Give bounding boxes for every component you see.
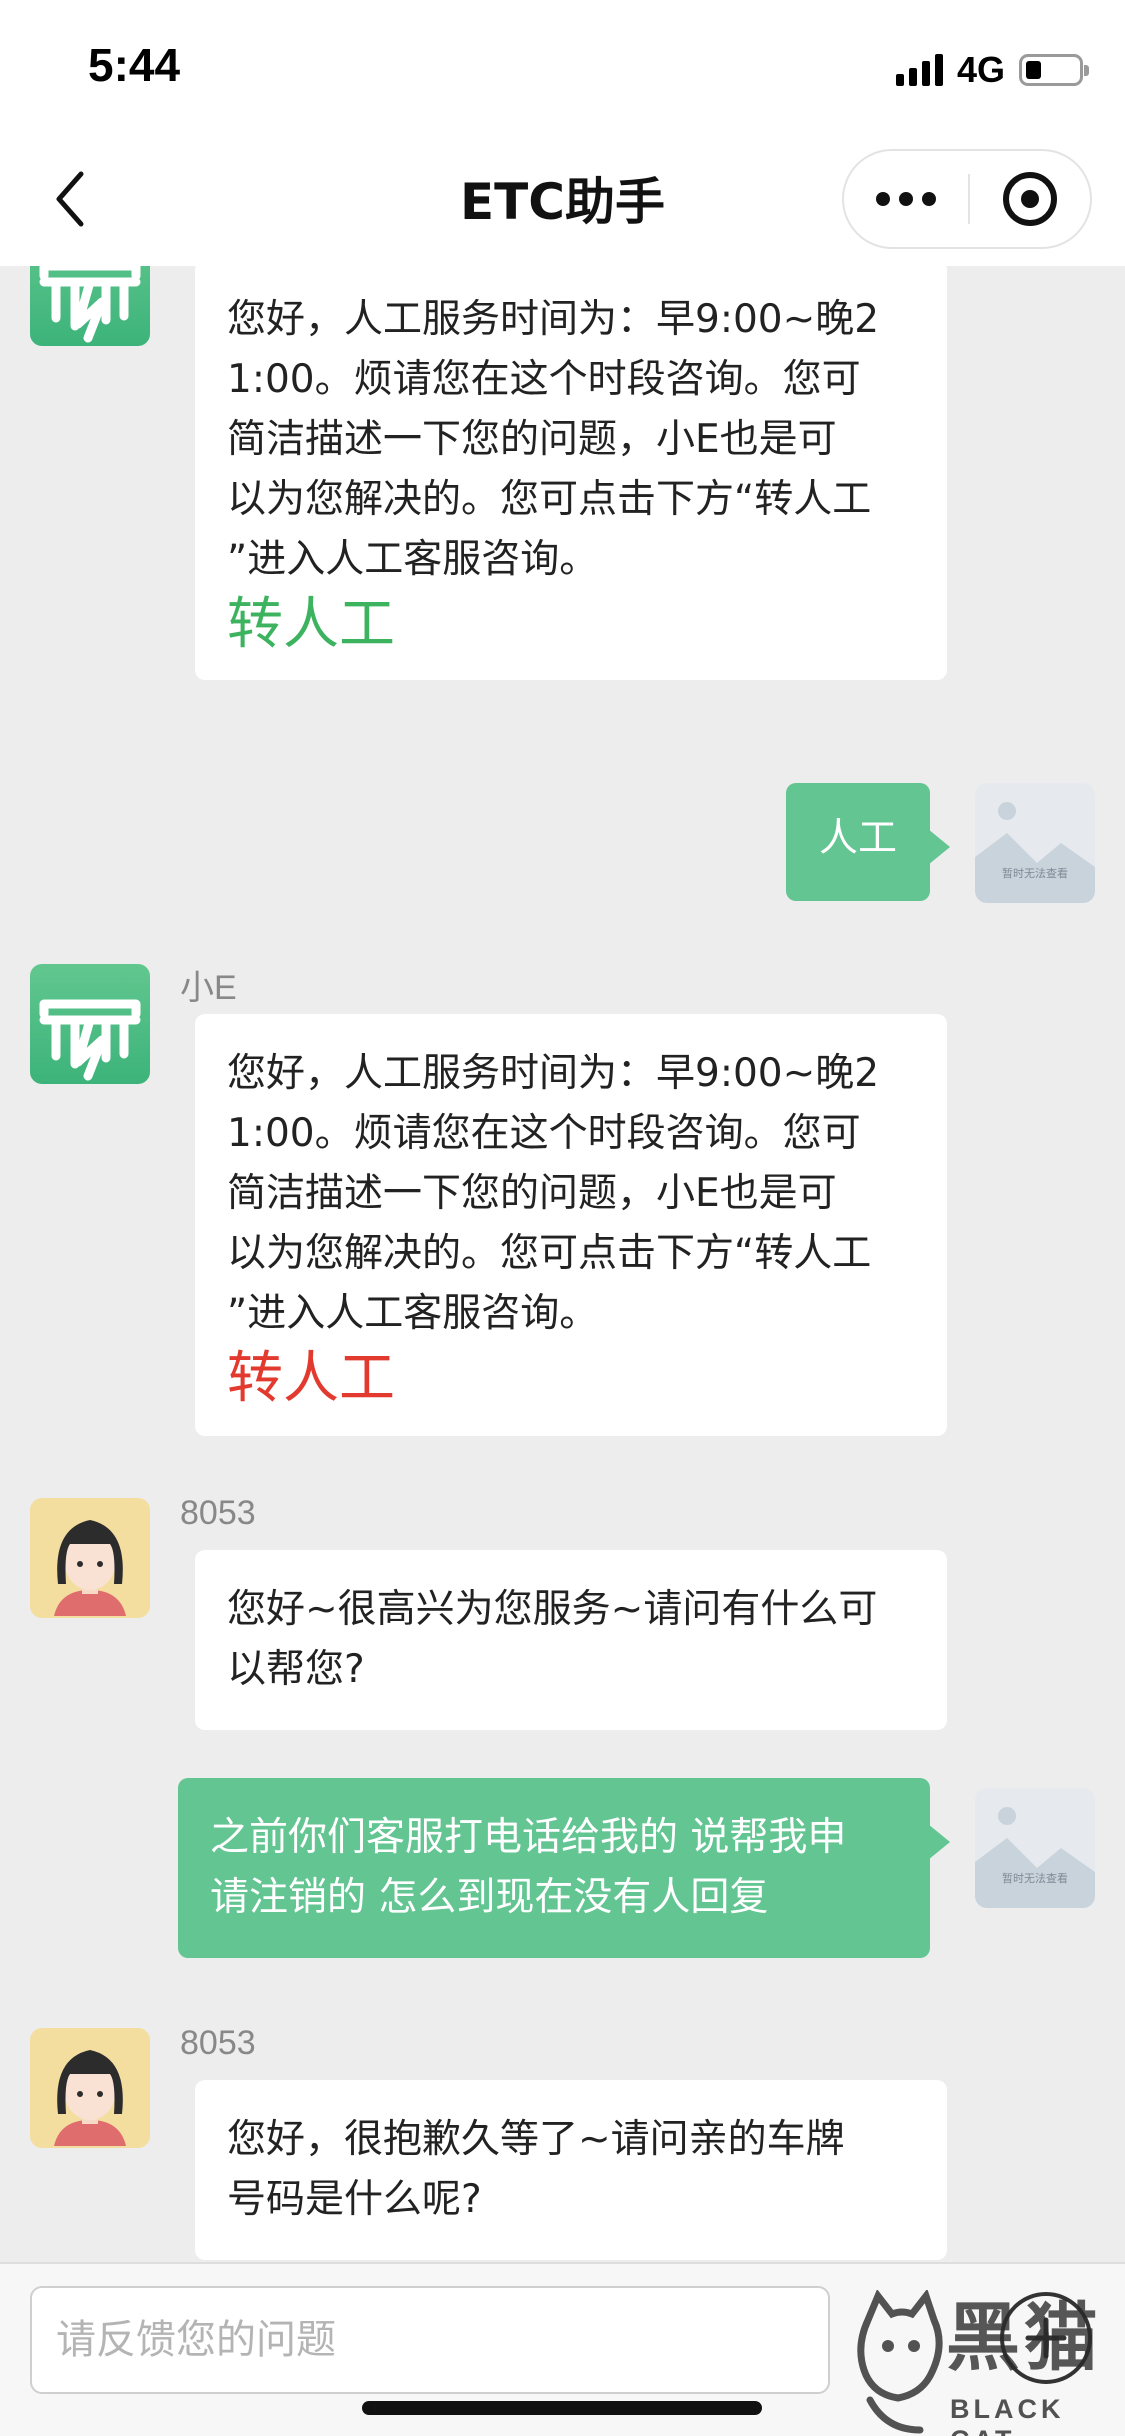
message-text: 1:00。烦请您在这个时段咨询。您可	[227, 1111, 861, 1156]
chat-message: 小E 您好，人工服务时间为：早9:00~晚2 1:00。烦请您在这个时段咨询。您…	[0, 266, 1125, 746]
status-indicators: 4G	[895, 49, 1089, 90]
chat-area[interactable]: 小E 您好，人工服务时间为：早9:00~晚2 1:00。烦请您在这个时段咨询。您…	[0, 266, 1125, 2262]
battery-level	[1026, 61, 1041, 79]
sender-name: 8053	[180, 2024, 256, 2062]
image-caption: 暂时无法查看	[1002, 1871, 1068, 1885]
watermark-subtitle: BLACK CAT	[950, 2394, 1065, 2436]
network-label: 4G	[956, 49, 1005, 90]
watermark: 黑猫 BLACK CAT	[850, 2290, 1120, 2436]
target-close-icon	[1003, 172, 1057, 226]
message-bubble: 人工	[786, 783, 950, 901]
nav-bar: ETC助手	[0, 132, 1125, 266]
watermark-title: 黑猫	[946, 2295, 1102, 2381]
message-text: ”进入人工客服咨询。	[227, 1291, 599, 1336]
chat-message: 小E 您好，人工服务时间为：早9:00~晚2 1:00。烦请您在这个时段咨询。您…	[0, 964, 1125, 1436]
agent-girl-avatar	[30, 2028, 150, 2148]
message-bubble: 您好~很高兴为您服务~请问有什么可 以帮您?	[195, 1550, 947, 1730]
chat-message: 8053 您好~很高兴为您服务~请问有什么可 以帮您?	[0, 1494, 1125, 1730]
image-caption: 暂时无法查看	[1002, 866, 1068, 880]
message-text: 您好，很抱歉久等了~请问亲的车牌	[227, 2117, 845, 2162]
message-text: 您好，人工服务时间为：早9:00~晚2	[227, 1051, 880, 1096]
etc-logo-avatar	[30, 266, 150, 346]
message-text: 以帮您?	[227, 1647, 365, 1692]
feedback-input[interactable]	[30, 2286, 830, 2394]
message-bubble: 之前你们客服打电话给我的 说帮我申 请注销的 怎么到现在没有人回复	[178, 1778, 950, 1958]
image-unavailable-avatar: 暂时无法查看	[975, 783, 1095, 903]
chat-message: 暂时无法查看 之前你们客服打电话给我的 说帮我申 请注销的 怎么到现在没有人回复	[0, 1778, 1125, 1978]
more-button[interactable]	[844, 151, 968, 247]
message-text: 您好，人工服务时间为：早9:00~晚2	[227, 297, 880, 342]
message-bubble: 您好，很抱歉久等了~请问亲的车牌 号码是什么呢?	[195, 2080, 947, 2260]
message-text: 号码是什么呢?	[227, 2177, 482, 2222]
agent-girl-avatar	[30, 1498, 150, 1618]
etc-logo-avatar	[30, 964, 150, 1084]
message-text: ”进入人工客服咨询。	[227, 537, 599, 582]
chat-message: 暂时无法查看 人工	[0, 783, 1125, 913]
sender-name: 8053	[180, 1494, 256, 1532]
status-time: 5:44	[88, 39, 181, 91]
message-text: 之前你们客服打电话给我的 说帮我申	[210, 1815, 847, 1860]
more-dots-icon	[876, 192, 890, 206]
message-text: 以为您解决的。您可点击下方“转人工	[227, 477, 872, 522]
home-indicator[interactable]	[362, 2401, 762, 2415]
message-text: 您好~很高兴为您服务~请问有什么可	[227, 1587, 878, 1632]
message-bubble: 您好，人工服务时间为：早9:00~晚2 1:00。烦请您在这个时段咨询。您可 简…	[195, 1014, 947, 1436]
sender-name: 小E	[180, 969, 237, 1007]
signal-icon	[895, 54, 943, 86]
message-text: 简洁描述一下您的问题，小E也是可	[227, 417, 837, 462]
message-text: 以为您解决的。您可点击下方“转人工	[227, 1231, 872, 1276]
message-bubble: 您好，人工服务时间为：早9:00~晚2 1:00。烦请您在这个时段咨询。您可 简…	[195, 266, 947, 680]
message-text: 人工	[818, 816, 897, 861]
mini-program-capsule	[842, 149, 1092, 249]
transfer-to-human-link[interactable]: 转人工	[227, 1346, 915, 1412]
message-text: 请注销的 怎么到现在没有人回复	[210, 1875, 769, 1920]
message-text: 1:00。烦请您在这个时段咨询。您可	[227, 357, 861, 402]
close-button[interactable]	[970, 151, 1090, 247]
status-bar: 5:44 4G	[0, 0, 1125, 132]
transfer-to-human-link[interactable]: 转人工	[227, 592, 915, 658]
chat-message: 8053 您好，很抱歉久等了~请问亲的车牌 号码是什么呢?	[0, 2024, 1125, 2262]
image-unavailable-avatar: 暂时无法查看	[975, 1788, 1095, 1908]
message-text: 简洁描述一下您的问题，小E也是可	[227, 1171, 837, 1216]
battery-icon	[1019, 54, 1089, 86]
cat-logo-icon	[857, 2290, 943, 2434]
